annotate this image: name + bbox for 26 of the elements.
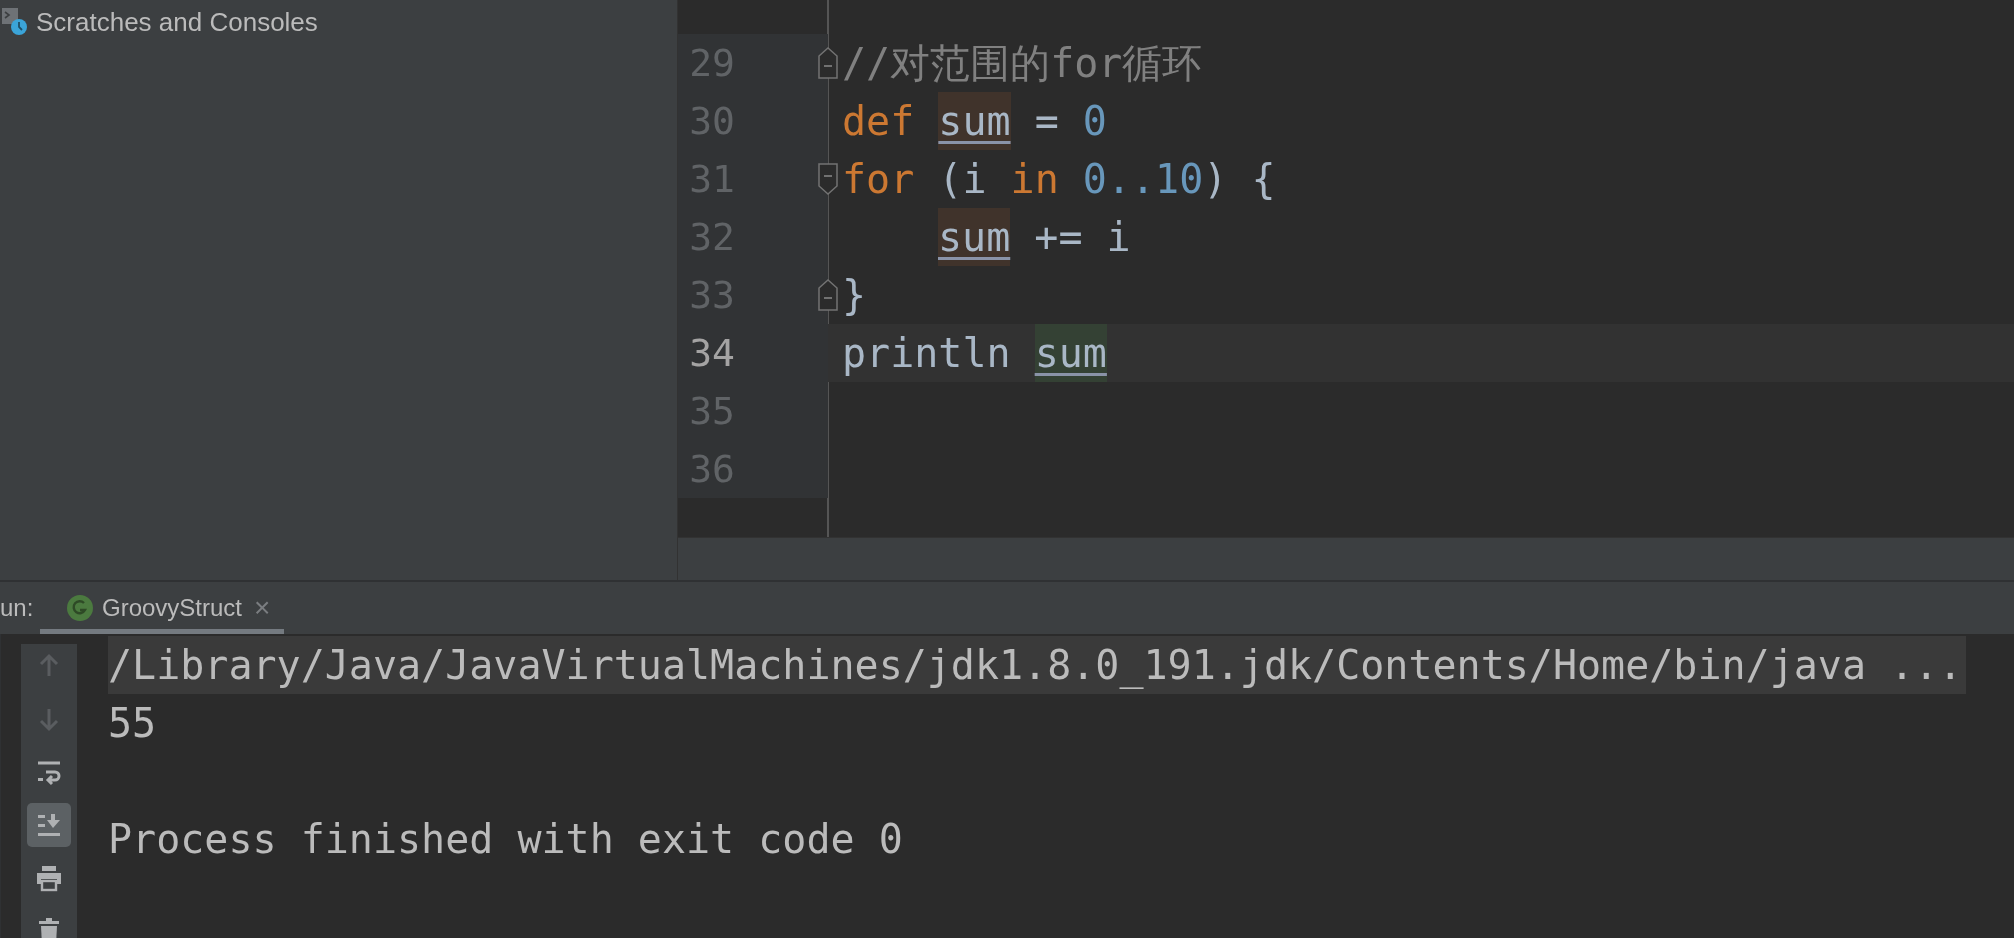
comment: //对范围的for循环 [842,38,1203,88]
code-text: println [842,330,1012,376]
groovy-file-icon [66,594,94,622]
project-item[interactable]: Scratches and Consoles [36,6,318,38]
variable: sum [938,208,1011,266]
exit-message: Process finished with exit code 0 [108,815,903,864]
fold-marker-icon[interactable] [818,278,838,312]
keyword: for [842,156,916,202]
code-text: += i [1033,214,1131,260]
keyword: in [1010,156,1060,202]
console-output: 55 [108,699,157,748]
code-text: = [1033,98,1060,144]
print-icon [35,864,63,892]
code-text: ) { [1203,156,1276,202]
number: 0..10 [1082,156,1204,202]
variable: sum [938,92,1011,150]
keyword: def [842,98,916,144]
code-text: } [842,272,867,318]
number: 0 [1082,98,1107,144]
scroll-end-button[interactable] [27,803,71,847]
fold-marker-icon[interactable] [818,46,838,80]
scroll-end-icon [35,811,63,839]
variable: sum [1034,324,1107,382]
fold-marker-icon[interactable] [818,162,838,196]
run-label: un: [0,594,35,622]
code-text: (i [938,156,988,202]
